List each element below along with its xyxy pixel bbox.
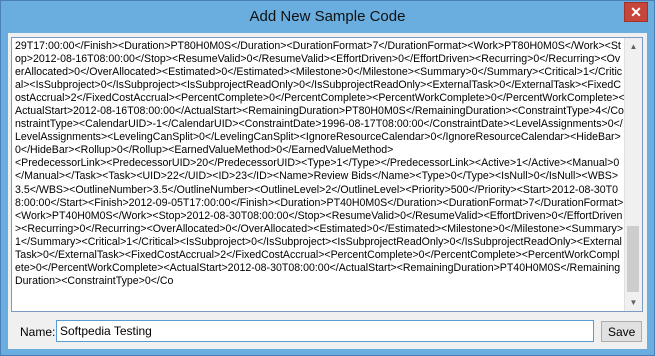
add-sample-code-window: Add New Sample Code ✕ 29T17:00:00</Finis…: [0, 0, 655, 356]
chevron-up-icon[interactable]: ▲: [625, 38, 642, 55]
title-bar: Add New Sample Code ✕: [1, 1, 654, 33]
vertical-scrollbar[interactable]: ▲ ▼: [624, 38, 642, 311]
dialog-body: 29T17:00:00</Finish><Duration>PT80H0M0S<…: [8, 33, 647, 349]
name-input[interactable]: [56, 320, 594, 342]
close-button[interactable]: ✕: [624, 2, 648, 22]
chevron-down-icon[interactable]: ▼: [625, 294, 642, 311]
save-button[interactable]: Save: [601, 321, 642, 342]
code-text[interactable]: 29T17:00:00</Finish><Duration>PT80H0M0S<…: [15, 40, 625, 288]
window-title: Add New Sample Code: [249, 8, 406, 25]
scroll-thumb[interactable]: [627, 226, 639, 292]
name-label: Name:: [20, 325, 56, 339]
code-textarea[interactable]: 29T17:00:00</Finish><Duration>PT80H0M0S<…: [11, 37, 643, 312]
